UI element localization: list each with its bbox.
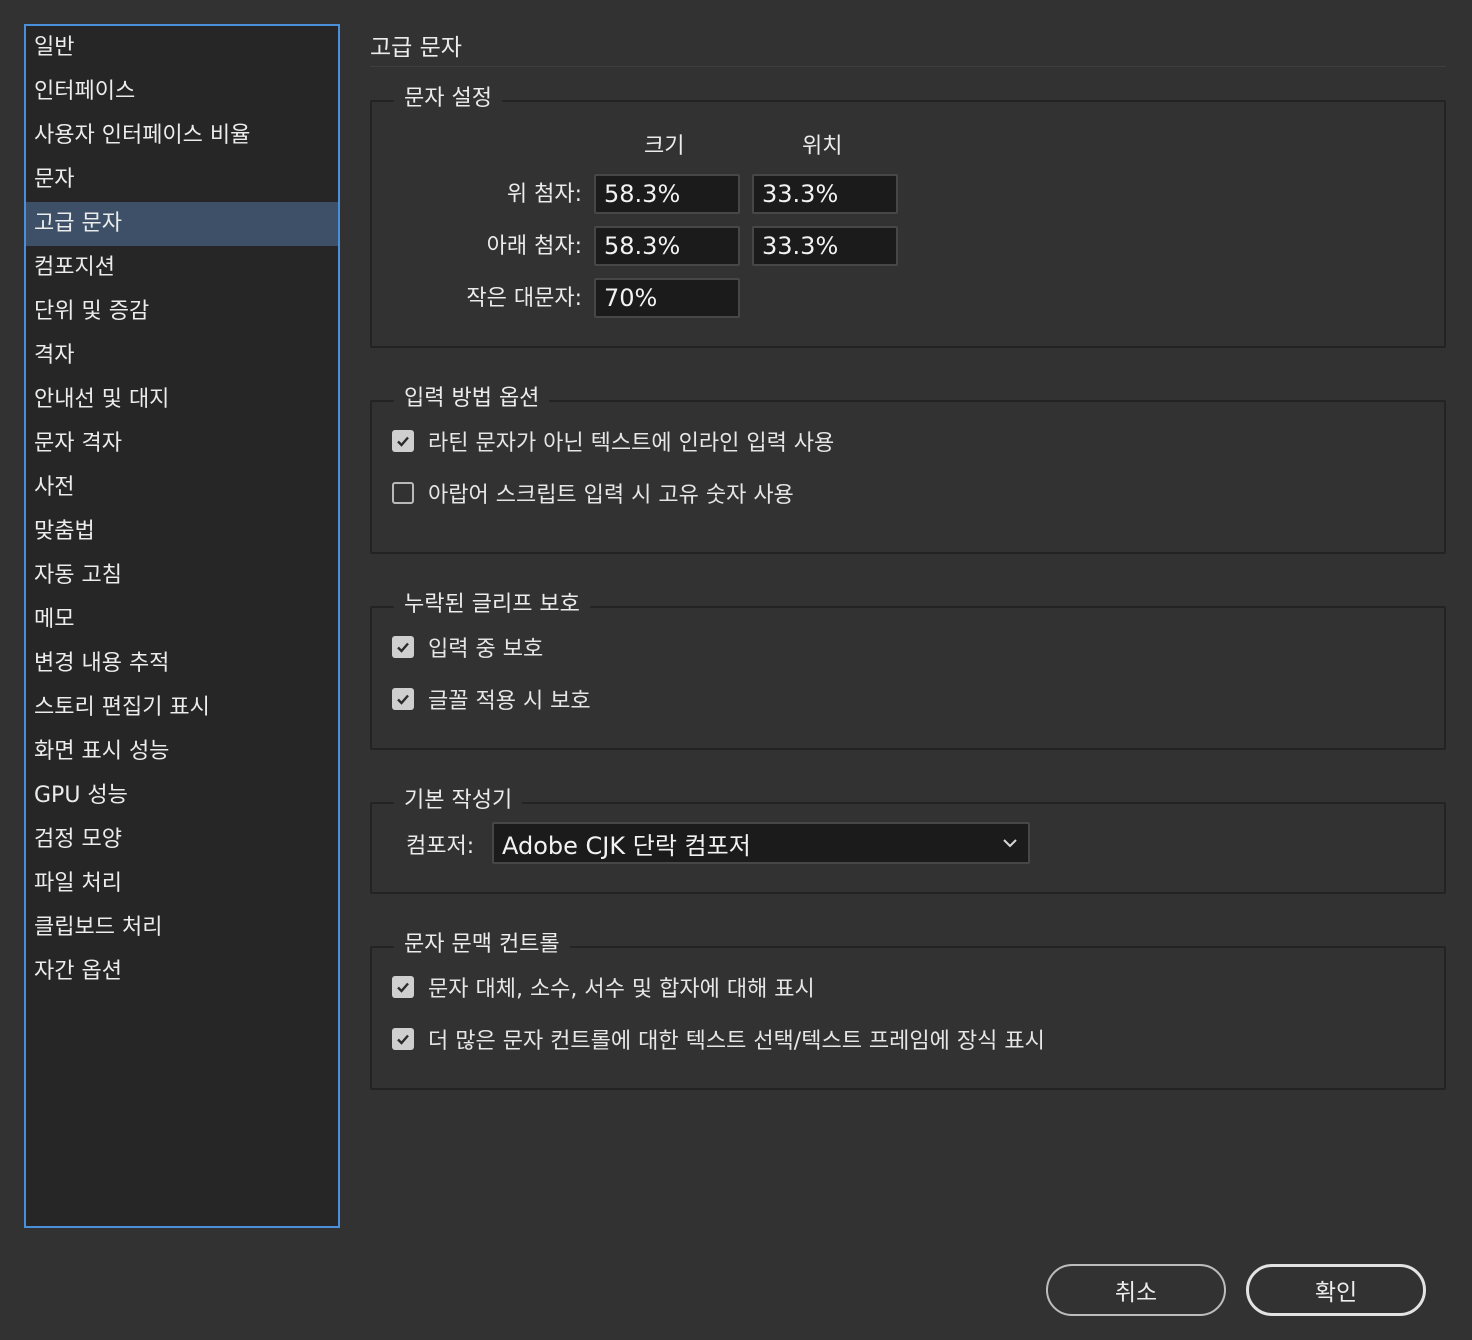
missing-glyph-group: 누락된 글리프 보호 입력 중 보호 글꼴 적용 시 보호 bbox=[370, 590, 1446, 750]
input-method-legend: 입력 방법 옵션 bbox=[394, 384, 550, 414]
sidebar-item-mojikumi[interactable]: 자간 옵션 bbox=[26, 950, 338, 994]
size-column-header: 크기 bbox=[644, 134, 685, 159]
category-list[interactable]: 일반 인터페이스 사용자 인터페이스 비율 문자 고급 문자 컴포지션 단위 및… bbox=[24, 24, 340, 1228]
small-caps-label: 작은 대문자: bbox=[466, 286, 582, 311]
subscript-size-field[interactable]: 58.3% bbox=[594, 226, 740, 266]
sidebar-item-ui-scaling[interactable]: 사용자 인터페이스 비율 bbox=[26, 114, 338, 158]
sidebar-item-type[interactable]: 문자 bbox=[26, 158, 338, 202]
superscript-label: 위 첨자: bbox=[506, 182, 582, 207]
sidebar-item-notes[interactable]: 메모 bbox=[26, 598, 338, 642]
context-controls-group: 문자 문맥 컨트롤 문자 대체, 소수, 서수 및 합자에 대해 표시 더 많은… bbox=[370, 930, 1446, 1090]
composer-select-value: Adobe CJK 단락 컴포저 bbox=[502, 831, 751, 860]
input-method-group: 입력 방법 옵션 라틴 문자가 아닌 텍스트에 인라인 입력 사용 아랍어 스크… bbox=[370, 384, 1446, 554]
sidebar-item-composition[interactable]: 컴포지션 bbox=[26, 246, 338, 290]
show-more-controls-checkbox[interactable] bbox=[392, 1028, 414, 1050]
protect-font-apply-checkbox[interactable] bbox=[392, 688, 414, 710]
position-column-header: 위치 bbox=[802, 134, 843, 159]
inline-input-option[interactable]: 라틴 문자가 아닌 텍스트에 인라인 입력 사용 bbox=[392, 426, 834, 456]
sidebar-item-appearance-of-black[interactable]: 검정 모양 bbox=[26, 818, 338, 862]
sidebar-item-display-performance[interactable]: 화면 표시 성능 bbox=[26, 730, 338, 774]
missing-glyph-legend: 누락된 글리프 보호 bbox=[394, 590, 590, 620]
show-more-controls-label: 더 많은 문자 컨트롤에 대한 텍스트 선택/텍스트 프레임에 장식 표시 bbox=[428, 1029, 1045, 1054]
sidebar-item-track-changes[interactable]: 변경 내용 추적 bbox=[26, 642, 338, 686]
character-settings-legend: 문자 설정 bbox=[394, 84, 502, 114]
sidebar-item-autocorrect[interactable]: 자동 고침 bbox=[26, 554, 338, 598]
default-composer-legend: 기본 작성기 bbox=[394, 786, 523, 816]
show-alternates-checkbox[interactable] bbox=[392, 976, 414, 998]
composer-select[interactable]: Adobe CJK 단락 컴포저 bbox=[492, 822, 1030, 864]
sidebar-item-units-increments[interactable]: 단위 및 증감 bbox=[26, 290, 338, 334]
default-composer-group: 기본 작성기 컴포저: Adobe CJK 단락 컴포저 bbox=[370, 786, 1446, 894]
show-alternates-label: 문자 대체, 소수, 서수 및 합자에 대해 표시 bbox=[428, 977, 815, 1002]
show-more-controls-option[interactable]: 더 많은 문자 컨트롤에 대한 텍스트 선택/텍스트 프레임에 장식 표시 bbox=[392, 1024, 1045, 1054]
sidebar-item-guides-pasteboard[interactable]: 안내선 및 대지 bbox=[26, 378, 338, 422]
sidebar-item-general[interactable]: 일반 bbox=[26, 26, 338, 70]
sidebar-item-grids[interactable]: 격자 bbox=[26, 334, 338, 378]
small-caps-size-field[interactable]: 70% bbox=[594, 278, 740, 318]
subscript-label: 아래 첨자: bbox=[486, 234, 582, 259]
protect-while-typing-option[interactable]: 입력 중 보호 bbox=[392, 632, 543, 662]
sidebar-item-interface[interactable]: 인터페이스 bbox=[26, 70, 338, 114]
ok-button[interactable]: 확인 bbox=[1246, 1264, 1426, 1316]
superscript-size-field[interactable]: 58.3% bbox=[594, 174, 740, 214]
page-title: 고급 문자 bbox=[370, 35, 462, 61]
sidebar-item-advanced-type[interactable]: 고급 문자 bbox=[26, 202, 338, 246]
arabic-digits-option[interactable]: 아랍어 스크립트 입력 시 고유 숫자 사용 bbox=[392, 478, 794, 508]
sidebar-item-frame-grid[interactable]: 문자 격자 bbox=[26, 422, 338, 466]
preferences-dialog: 일반 인터페이스 사용자 인터페이스 비율 문자 고급 문자 컴포지션 단위 및… bbox=[0, 0, 1472, 1340]
protect-font-apply-option[interactable]: 글꼴 적용 시 보호 bbox=[392, 684, 591, 714]
checkmark-icon bbox=[397, 1034, 409, 1045]
cancel-button[interactable]: 취소 bbox=[1046, 1264, 1226, 1316]
sidebar-item-gpu-performance[interactable]: GPU 성능 bbox=[26, 774, 338, 818]
context-controls-legend: 문자 문맥 컨트롤 bbox=[394, 930, 570, 960]
protect-while-typing-checkbox[interactable] bbox=[392, 636, 414, 658]
sidebar-item-file-handling[interactable]: 파일 처리 bbox=[26, 862, 338, 906]
inline-input-checkbox[interactable] bbox=[392, 430, 414, 452]
checkmark-icon bbox=[397, 642, 409, 653]
checkmark-icon bbox=[397, 982, 409, 993]
sidebar-item-spelling[interactable]: 맞춤법 bbox=[26, 510, 338, 554]
sidebar-item-clipboard-handling[interactable]: 클립보드 처리 bbox=[26, 906, 338, 950]
checkmark-icon bbox=[397, 694, 409, 705]
sidebar-item-dictionary[interactable]: 사전 bbox=[26, 466, 338, 510]
arabic-digits-checkbox[interactable] bbox=[392, 482, 414, 504]
subscript-position-field[interactable]: 33.3% bbox=[752, 226, 898, 266]
character-settings-group: 문자 설정 크기 위치 위 첨자: 58.3% 33.3% 아래 첨자: 58.… bbox=[370, 84, 1446, 348]
inline-input-label: 라틴 문자가 아닌 텍스트에 인라인 입력 사용 bbox=[428, 431, 835, 456]
checkmark-icon bbox=[397, 436, 409, 447]
composer-label: 컴포저: bbox=[406, 834, 475, 859]
protect-while-typing-label: 입력 중 보호 bbox=[428, 637, 544, 662]
title-divider bbox=[370, 66, 1446, 67]
sidebar-item-story-editor[interactable]: 스토리 편집기 표시 bbox=[26, 686, 338, 730]
superscript-position-field[interactable]: 33.3% bbox=[752, 174, 898, 214]
chevron-down-icon[interactable] bbox=[992, 838, 1028, 848]
show-alternates-option[interactable]: 문자 대체, 소수, 서수 및 합자에 대해 표시 bbox=[392, 972, 815, 1002]
arabic-digits-label: 아랍어 스크립트 입력 시 고유 숫자 사용 bbox=[428, 483, 794, 508]
protect-font-apply-label: 글꼴 적용 시 보호 bbox=[428, 689, 591, 714]
